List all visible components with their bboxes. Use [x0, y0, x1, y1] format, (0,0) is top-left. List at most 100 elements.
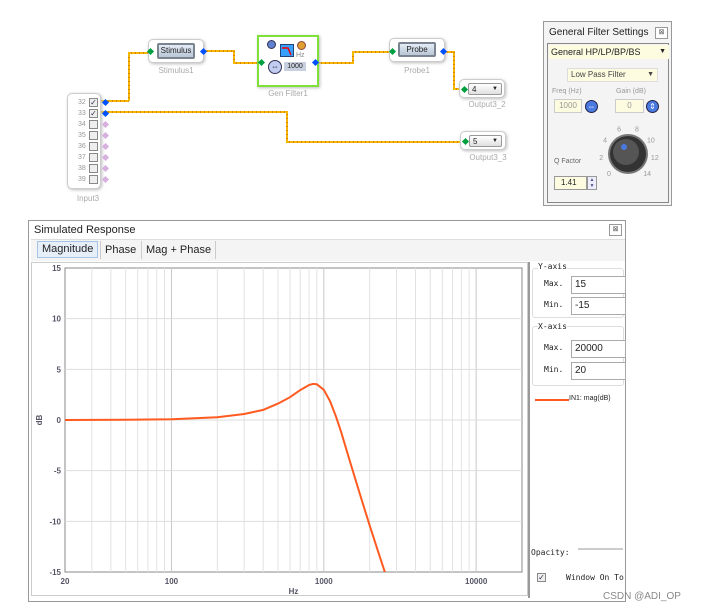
freq-field[interactable]: 1000	[554, 99, 582, 113]
output-pin[interactable]	[101, 131, 110, 140]
knob-tick-label: 2	[599, 155, 603, 162]
x-axis-label: Hz	[289, 587, 299, 596]
wire	[128, 53, 130, 101]
filter-subtype-dropdown[interactable]: Low Pass Filter ▼	[567, 68, 658, 82]
probe-label: Probe1	[404, 66, 430, 75]
y-max-input[interactable]: 15	[571, 276, 626, 294]
channel-checkbox[interactable]	[89, 142, 98, 151]
filter-settings-panel: General Filter Settings ⊠ General HP/LP/…	[543, 21, 672, 206]
output-label: Output3_2	[468, 100, 506, 109]
y-axis-title: Y-axis	[538, 262, 567, 271]
filter-frequency-value[interactable]: 1000	[284, 62, 306, 71]
channel-number: 37	[78, 154, 86, 161]
probe-block[interactable]: Probe	[389, 38, 445, 62]
y-tick-label: 0	[57, 416, 62, 425]
wire	[286, 111, 288, 142]
settings-icon[interactable]	[267, 40, 276, 49]
wire	[286, 141, 464, 143]
input-block[interactable]: 32 ✓ 33 ✓ 34 35 36 37 38 39	[67, 93, 101, 189]
panel-title: General Filter Settings	[549, 27, 649, 38]
gen-filter-label: Gen Filter1	[268, 89, 308, 98]
channel-checkbox[interactable]	[89, 120, 98, 129]
knob-tick-label: 10	[647, 138, 655, 145]
y-tick-label: -5	[54, 467, 62, 476]
knob-tick-label: 12	[651, 155, 659, 162]
magnitude-chart: 15 10 5 0 -5 -10 -1520 100 1000 10000 Hz dB	[35, 264, 523, 596]
channel-number: 33	[78, 110, 86, 117]
channel-checkbox[interactable]	[89, 175, 98, 184]
channel-checkbox[interactable]: ✓	[89, 109, 98, 118]
y-min-label: Min.	[544, 300, 564, 309]
wire	[318, 62, 353, 64]
stimulus-label: Stimulus1	[158, 66, 194, 75]
close-button[interactable]: ⊠	[655, 27, 668, 39]
wire	[101, 111, 287, 113]
knob-tick-label: 8	[635, 127, 639, 134]
q-factor-knob[interactable]: 0 2 4 6 8 10 12 14	[592, 120, 672, 186]
phase-icon[interactable]	[297, 41, 306, 50]
channel-number: 32	[78, 99, 86, 106]
x-max-label: Max.	[544, 343, 564, 352]
gain-label: Gain (dB)	[616, 88, 646, 95]
lowpass-filter-icon	[280, 44, 294, 57]
channel-checkbox[interactable]	[89, 131, 98, 140]
wire	[204, 50, 234, 52]
x-tick-label: 100	[165, 577, 179, 586]
tab-phase[interactable]: Phase	[100, 241, 140, 259]
filter-type-dropdown[interactable]: General HP/LP/BP/BS ▼	[549, 45, 669, 59]
channel-checkbox[interactable]: ✓	[89, 98, 98, 107]
q-spinner[interactable]: ▲ ▼	[587, 176, 597, 190]
q-factor-field[interactable]: 1.41	[554, 176, 587, 190]
y-tick-label: 5	[57, 365, 62, 374]
gain-field[interactable]: 0	[615, 99, 644, 113]
x-min-input[interactable]: 20	[571, 362, 626, 380]
knob-tick-label: 14	[643, 171, 651, 178]
channel-checkbox[interactable]	[89, 164, 98, 173]
x-tick-label: 20	[61, 577, 70, 586]
wire	[352, 51, 392, 53]
knob-face	[613, 139, 639, 165]
freq-link-icon[interactable]: ⇔	[585, 100, 598, 113]
knob-tick-label: 4	[603, 138, 607, 145]
tab-magnitude[interactable]: Magnitude	[37, 241, 99, 258]
channel-number: 35	[78, 132, 86, 139]
y-tick-label: -15	[49, 568, 61, 577]
output-label: Output3_3	[469, 153, 507, 162]
knob-tick-label: 0	[607, 171, 611, 178]
opacity-label: Opacity:	[531, 548, 570, 557]
opacity-slider[interactable]	[578, 548, 623, 550]
stimulus-block[interactable]: Stimulus	[148, 39, 204, 63]
x-axis-title: X-axis	[538, 322, 567, 331]
output-pin[interactable]	[101, 120, 110, 129]
x-max-input[interactable]: 20000	[571, 340, 626, 358]
tab-mag-phase[interactable]: Mag + Phase	[141, 241, 217, 259]
output-channel-dropdown[interactable]: 4 ▼	[468, 83, 502, 95]
output-pin[interactable]	[101, 164, 110, 173]
output-pin[interactable]	[101, 142, 110, 151]
probe-button[interactable]: Probe	[398, 42, 436, 57]
y-tick-label: 10	[52, 315, 61, 324]
q-factor-label: Q Factor	[554, 158, 582, 165]
x-min-label: Min.	[544, 365, 564, 374]
channel-checkbox[interactable]	[89, 153, 98, 162]
x-tick-label: 1000	[315, 577, 333, 586]
channel-number: 39	[78, 176, 86, 183]
gen-filter-block[interactable]: Hz ⇔ 1000	[257, 35, 319, 87]
output-pin[interactable]	[101, 153, 110, 162]
output-channel-dropdown[interactable]: 5 ▼	[469, 135, 502, 147]
output-pin[interactable]	[101, 175, 110, 184]
close-button[interactable]: ⊠	[609, 224, 622, 236]
window-title: Simulated Response	[34, 224, 136, 236]
knob-indicator	[621, 144, 627, 150]
stimulus-button[interactable]: Stimulus	[157, 43, 195, 59]
input-label: Input3	[76, 194, 100, 203]
x-tick-label: 10000	[465, 577, 488, 586]
y-tick-label: -10	[49, 517, 61, 526]
y-tick-label: 15	[52, 264, 61, 273]
frequency-link-icon[interactable]: ⇔	[268, 60, 282, 74]
y-min-input[interactable]: -15	[571, 297, 626, 315]
filter-unit: Hz	[296, 52, 305, 59]
knob-tick-label: 6	[617, 127, 621, 134]
gain-link-icon[interactable]: ⇕	[646, 100, 659, 113]
window-on-top-checkbox[interactable]: ✓	[537, 573, 546, 582]
